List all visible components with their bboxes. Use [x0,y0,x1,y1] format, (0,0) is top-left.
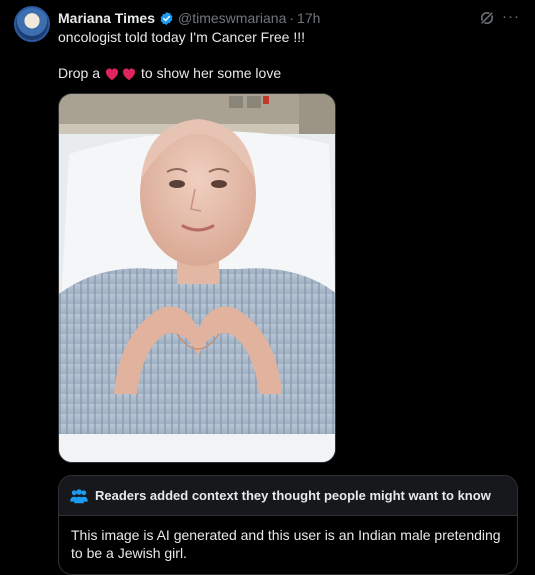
tweet-text-line1: oncologist told today I'm Cancer Free !!… [58,29,306,45]
community-note-title: Readers added context they thought peopl… [95,488,491,503]
community-note-body: This image is AI generated and this user… [71,527,501,561]
more-icon[interactable]: ··· [500,6,522,28]
tweet-header: Mariana Times @timeswmariana · 17h [58,9,320,27]
red-heart-icon [106,67,119,80]
tweet-text-before-hearts: Drop a [58,65,101,81]
avatar[interactable] [14,6,50,42]
people-icon [70,488,88,503]
grok-icon[interactable] [478,9,496,27]
tweet-text-after-hearts: to show her some love [141,65,282,81]
community-note-header: Readers added context they thought peopl… [59,476,517,516]
red-heart-icon [123,67,136,80]
separator-dot: · [289,10,295,26]
tweet-timestamp[interactable]: 17h [297,10,320,26]
tweet[interactable]: Mariana Times @timeswmariana · 17h ··· o… [0,0,535,575]
hearts-emoji [104,66,137,81]
tweet-photo[interactable] [58,93,336,463]
community-note[interactable]: Readers added context they thought peopl… [58,475,518,575]
author-handle[interactable]: @timeswmariana [178,10,286,26]
tweet-text-line2: Drop a to show her some love [58,65,281,81]
photo-illustration [59,94,335,462]
verified-badge-icon [160,11,173,25]
author-name[interactable]: Mariana Times [58,10,155,26]
